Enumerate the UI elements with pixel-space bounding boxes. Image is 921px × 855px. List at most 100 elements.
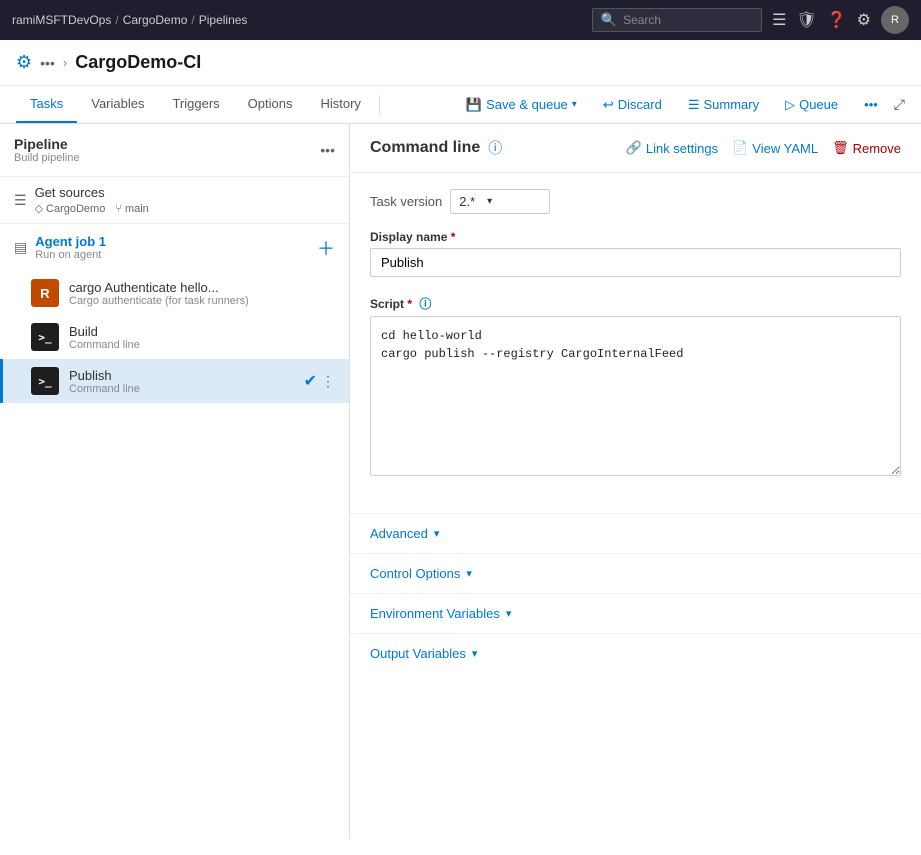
tab-history[interactable]: History xyxy=(306,86,374,123)
task-more-icon[interactable]: ⋮ xyxy=(321,373,335,390)
left-panel: Pipeline Build pipeline ••• ☰ Get source… xyxy=(0,124,350,839)
output-variables-section: Output Variables ▾ xyxy=(350,633,921,673)
header-chevron: › xyxy=(63,55,67,70)
display-name-label: Display name * xyxy=(370,230,901,244)
title-info-icon[interactable]: ⓘ xyxy=(488,138,502,158)
discard-button[interactable]: ↩ Discard xyxy=(593,92,672,118)
help-icon[interactable]: ❓ xyxy=(827,10,847,30)
queue-button[interactable]: ▷ Queue xyxy=(775,92,848,118)
tab-triggers[interactable]: Triggers xyxy=(158,86,233,123)
sources-label: Get sources xyxy=(35,185,149,200)
more-actions-button[interactable]: ••• xyxy=(854,92,888,117)
header-dots-menu[interactable]: ••• xyxy=(40,55,55,71)
nav-right: 🔍 ☰ 🛡 ❓ ⚙ R xyxy=(592,6,909,34)
publish-info: Publish Command line xyxy=(69,368,294,395)
pipeline-dots-menu[interactable]: ••• xyxy=(320,142,335,158)
sources-meta: ◇ CargoDemo ⑂ main xyxy=(35,202,149,215)
publish-icon: >_ xyxy=(31,367,59,395)
script-editor-wrapper xyxy=(370,316,901,479)
build-info: Build Command line xyxy=(69,324,335,351)
summary-icon: ☰ xyxy=(688,97,700,113)
branch-icon: ⑂ xyxy=(115,203,122,215)
control-options-section: Control Options ▾ xyxy=(350,553,921,593)
save-queue-button[interactable]: 💾 Save & queue ▾ xyxy=(456,92,587,118)
display-name-required: * xyxy=(451,230,456,244)
page-title: CargoDemo-CI xyxy=(75,52,201,73)
task-version-select[interactable]: 2.* ▾ xyxy=(450,189,550,214)
right-panel: Command line ⓘ 🔗 Link settings 📄 View YA… xyxy=(350,124,921,839)
output-variables-header[interactable]: Output Variables ▾ xyxy=(350,634,921,673)
right-panel-header: Command line ⓘ 🔗 Link settings 📄 View YA… xyxy=(350,124,921,173)
main-content: Pipeline Build pipeline ••• ☰ Get source… xyxy=(0,124,921,839)
cargo-auth-subtitle: Cargo authenticate (for task runners) xyxy=(69,295,335,307)
get-sources-item[interactable]: ☰ Get sources ◇ CargoDemo ⑂ main xyxy=(0,177,349,223)
output-variables-chevron: ▾ xyxy=(472,647,478,660)
page-header: ⚙ ••• › CargoDemo-CI xyxy=(0,40,921,86)
task-check-icon: ✔ xyxy=(304,371,317,391)
yaml-icon: 📄 xyxy=(732,140,748,156)
breadcrumb-project[interactable]: CargoDemo xyxy=(123,13,188,27)
task-item-build[interactable]: >_ Build Command line xyxy=(0,315,349,359)
sources-repo: ◇ CargoDemo xyxy=(35,202,106,215)
search-icon: 🔍 xyxy=(601,12,617,28)
settings-icon[interactable]: ⚙ xyxy=(857,10,871,30)
task-version-label: Task version xyxy=(370,194,442,209)
task-item-cargo-auth[interactable]: R cargo Authenticate hello... Cargo auth… xyxy=(0,271,349,315)
breadcrumb: ramiMSFTDevOps / CargoDemo / Pipelines xyxy=(12,13,584,27)
control-options-label: Control Options xyxy=(370,566,460,581)
link-icon: 🔗 xyxy=(626,140,642,156)
script-group: Script * ⓘ xyxy=(370,295,901,479)
publish-name: Publish xyxy=(69,368,294,383)
version-chevron: ▾ xyxy=(487,196,492,207)
search-input[interactable] xyxy=(623,13,753,27)
search-box[interactable]: 🔍 xyxy=(592,8,762,32)
remove-button[interactable]: 🗑 Remove xyxy=(832,140,901,156)
tab-bar: Tasks Variables Triggers Options History… xyxy=(0,86,921,124)
pipeline-title: Pipeline xyxy=(14,136,320,152)
breadcrumb-org[interactable]: ramiMSFTDevOps xyxy=(12,13,111,27)
agent-job-icon: ▤ xyxy=(14,239,27,256)
expand-icon[interactable]: ⤢ xyxy=(894,96,905,113)
view-yaml-button[interactable]: 📄 View YAML xyxy=(732,140,818,156)
link-settings-button[interactable]: 🔗 Link settings xyxy=(626,140,718,156)
control-options-header[interactable]: Control Options ▾ xyxy=(350,554,921,593)
task-item-publish[interactable]: >_ Publish Command line ✔ ⋮ xyxy=(0,359,349,403)
output-variables-label: Output Variables xyxy=(370,646,466,661)
cargo-auth-name: cargo Authenticate hello... xyxy=(69,280,335,295)
script-info-icon[interactable]: ⓘ xyxy=(419,297,431,311)
script-textarea[interactable] xyxy=(370,316,901,476)
top-nav: ramiMSFTDevOps / CargoDemo / Pipelines 🔍… xyxy=(0,0,921,40)
save-dropdown-chevron[interactable]: ▾ xyxy=(572,99,577,110)
display-name-input[interactable] xyxy=(370,248,901,277)
right-panel-title: Command line xyxy=(370,139,480,157)
right-panel-header-actions: 🔗 Link settings 📄 View YAML 🗑 Remove xyxy=(626,140,901,156)
page-icon: ⚙ xyxy=(16,52,32,73)
avatar[interactable]: R xyxy=(881,6,909,34)
list-icon[interactable]: ☰ xyxy=(772,10,786,30)
version-value: 2.* xyxy=(459,194,475,209)
agent-job-header: ▤ Agent job 1 Run on agent ＋ xyxy=(0,223,349,271)
add-task-button[interactable]: ＋ xyxy=(317,235,335,261)
tab-options[interactable]: Options xyxy=(234,86,307,123)
build-icon: >_ xyxy=(31,323,59,351)
environment-variables-section: Environment Variables ▾ xyxy=(350,593,921,633)
advanced-chevron: ▾ xyxy=(434,527,440,540)
display-name-group: Display name * xyxy=(370,230,901,277)
agent-job-name: Agent job 1 xyxy=(35,234,309,249)
breadcrumb-section[interactable]: Pipelines xyxy=(199,13,248,27)
discard-icon: ↩ xyxy=(603,97,614,113)
script-label: Script * ⓘ xyxy=(370,295,901,312)
env-variables-chevron: ▾ xyxy=(506,607,512,620)
agent-job-subtitle: Run on agent xyxy=(35,249,309,261)
summary-button[interactable]: ☰ Summary xyxy=(678,92,769,118)
task-version-row: Task version 2.* ▾ xyxy=(370,189,901,214)
tab-tasks[interactable]: Tasks xyxy=(16,86,77,123)
env-variables-header[interactable]: Environment Variables ▾ xyxy=(350,594,921,633)
toolbar-actions: 💾 Save & queue ▾ ↩ Discard ☰ Summary ▷ Q… xyxy=(456,92,905,118)
shield-icon[interactable]: 🛡 xyxy=(796,10,816,30)
control-options-chevron: ▾ xyxy=(466,567,472,580)
publish-task-actions: ✔ ⋮ xyxy=(304,371,335,391)
advanced-header[interactable]: Advanced ▾ xyxy=(350,514,921,553)
save-icon: 💾 xyxy=(466,97,482,113)
tab-variables[interactable]: Variables xyxy=(77,86,158,123)
